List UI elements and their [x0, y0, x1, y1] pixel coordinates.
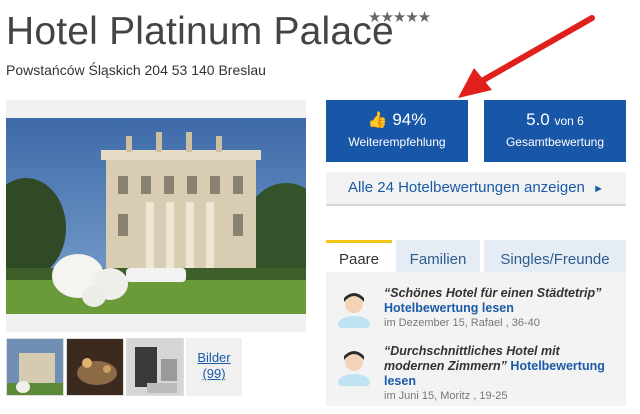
- all-photos-link[interactable]: Bilder (99): [186, 338, 242, 396]
- recommendation-label: Weiterempfehlung: [348, 135, 446, 149]
- recommendation-box[interactable]: 👍 94% Weiterempfehlung: [326, 100, 468, 162]
- thumbs-up-icon: 👍: [367, 112, 388, 129]
- tab-singles-freunde[interactable]: Singles/Freunde: [484, 240, 626, 272]
- overall-rating-label: Gesamtbewertung: [505, 135, 605, 149]
- all-reviews-button[interactable]: Alle 24 Hotelbewertungen anzeigen ►: [326, 172, 626, 206]
- bilder-count[interactable]: (99): [202, 366, 225, 381]
- star-rating: ★★★★★: [368, 9, 431, 26]
- recommendation-value: 94%: [392, 110, 427, 129]
- photo-panel: [6, 100, 306, 332]
- photo-thumbnail[interactable]: [66, 338, 124, 396]
- photo-thumbnail[interactable]: [126, 338, 184, 396]
- review-quote: “Schönes Hotel für einen Städtetrip”: [384, 286, 602, 300]
- overall-rating-scale: von 6: [554, 114, 584, 128]
- hotel-title: Hotel Platinum Palace: [6, 10, 394, 53]
- review-tabs: Paare Familien Singles/Freunde: [326, 240, 626, 272]
- bilder-label[interactable]: Bilder: [197, 350, 230, 365]
- play-arrow-icon: ►: [593, 183, 604, 195]
- review-meta: im Juni 15, Moritz , 19-25: [384, 390, 508, 402]
- overall-rating-box[interactable]: 5.0 von 6 Gesamtbewertung: [484, 100, 626, 162]
- all-reviews-label: Alle 24 Hotelbewertungen anzeigen: [348, 179, 585, 196]
- review-list: “Schönes Hotel für einen Städtetrip” Hot…: [326, 272, 626, 406]
- review-meta: im Dezember 15, Rafael , 36-40: [384, 317, 540, 329]
- tab-paare[interactable]: Paare: [326, 240, 392, 272]
- avatar-icon: [338, 351, 370, 386]
- overall-rating-value: 5.0: [526, 110, 550, 129]
- tab-familien[interactable]: Familien: [396, 240, 480, 272]
- photo-thumbnail[interactable]: [6, 338, 64, 396]
- red-arrow-annotation: [458, 15, 595, 98]
- hotel-main-photo[interactable]: [6, 118, 306, 314]
- avatar-icon: [338, 293, 370, 328]
- hotel-address: Powstańców Śląskich 204 53 140 Breslau: [6, 62, 266, 78]
- review-read-link[interactable]: Hotelbewertung lesen: [384, 301, 620, 316]
